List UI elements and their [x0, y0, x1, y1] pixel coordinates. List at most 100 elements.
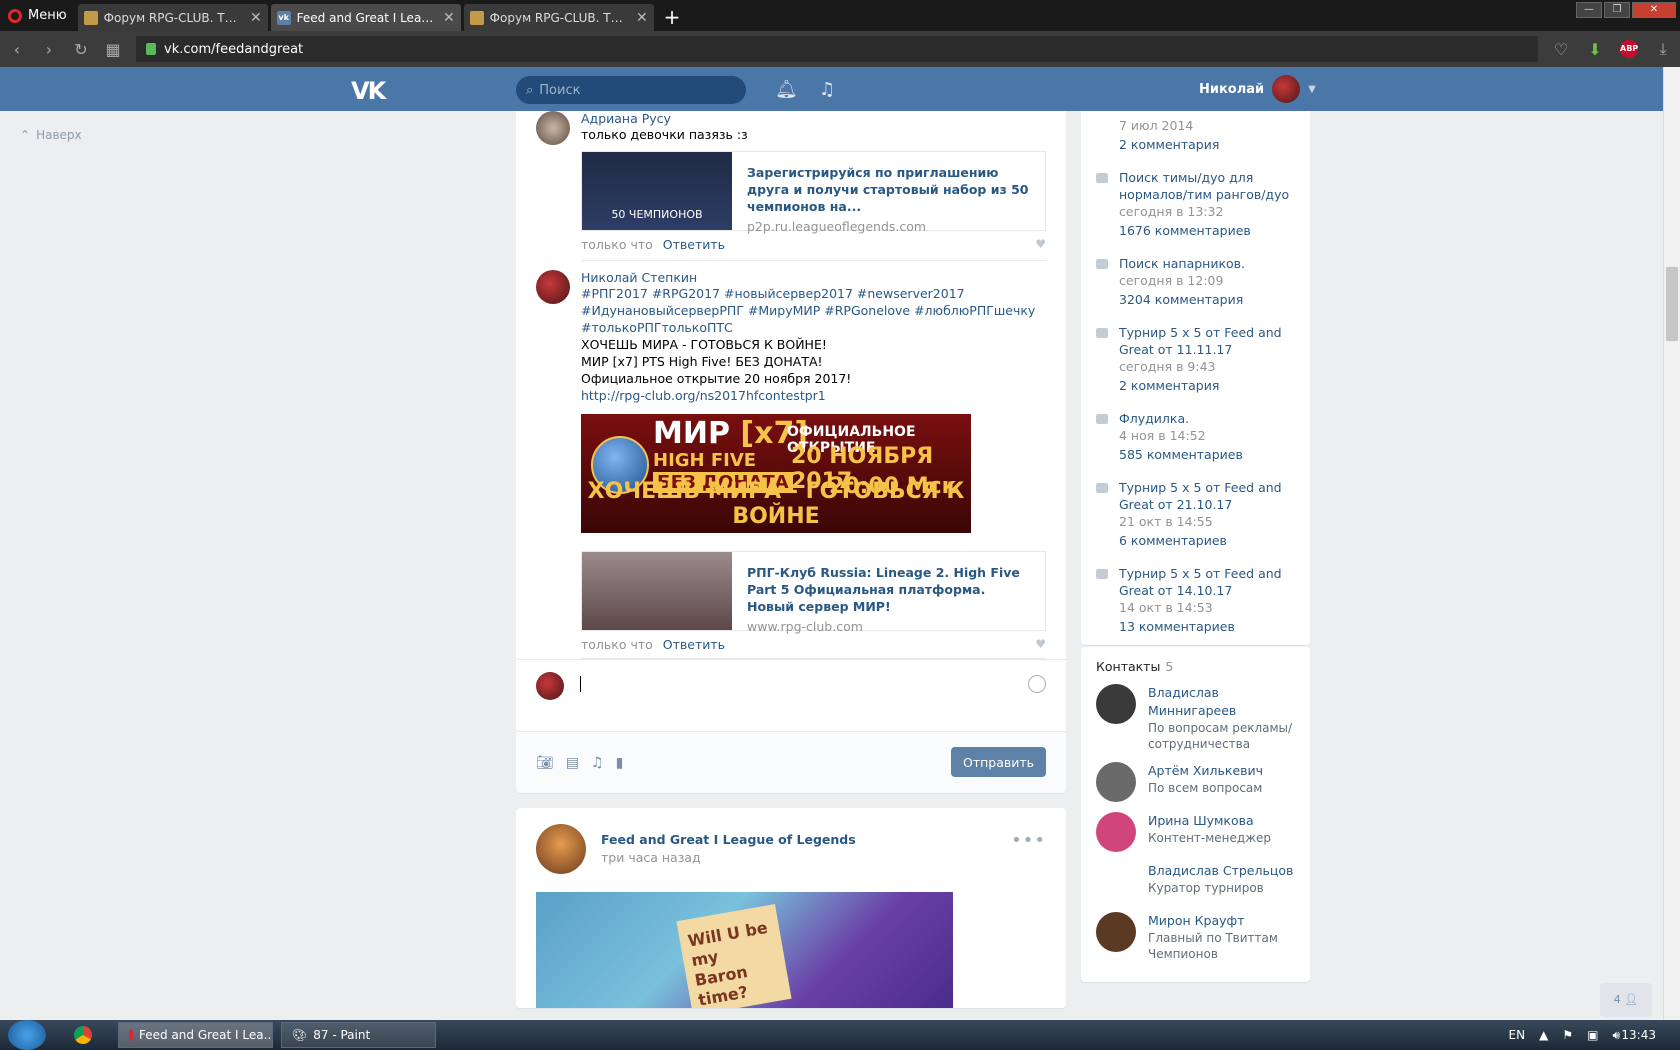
post-image[interactable]: Will U be my Baron time? — [536, 892, 953, 1008]
topic-item[interactable]: Поиск напарников. сегодня в 12:09 3204 к… — [1096, 255, 1295, 310]
reply-button[interactable]: Ответить — [663, 637, 725, 652]
contact-name[interactable]: Владислав Стрельцов — [1148, 862, 1293, 880]
topic-title[interactable]: Поиск напарников. — [1119, 255, 1295, 272]
chrome-icon[interactable] — [74, 1026, 92, 1044]
comment-link[interactable]: http://rpg-club.org/ns2017hfcontestpr1 — [581, 387, 1046, 404]
topic-title[interactable]: Флудилка. — [1119, 410, 1295, 427]
downloads-icon[interactable]: ⤓ — [1654, 39, 1672, 59]
network-icon[interactable]: ▣ — [1587, 1028, 1598, 1042]
contacts-header[interactable]: Контакты 5 — [1096, 659, 1295, 674]
flag-icon[interactable]: ⚑ — [1562, 1028, 1573, 1042]
post-time[interactable]: три часа назад — [601, 850, 701, 865]
topic-title[interactable]: Турнир 5 x 5 от Feed and Great от 11.11.… — [1119, 324, 1295, 358]
volume-icon[interactable]: 🔊︎ — [1612, 1028, 1620, 1043]
clock[interactable]: 13:43 — [1621, 1028, 1656, 1042]
vk-logo[interactable]: VK — [351, 77, 386, 105]
topic-item[interactable]: Флудилка. 4 ноя в 14:52 585 комментариев — [1096, 410, 1295, 465]
scrollbar-thumb[interactable] — [1666, 267, 1678, 341]
bookmark-heart-icon[interactable]: ♡ — [1552, 40, 1570, 59]
music-note-icon[interactable]: ♫ — [591, 755, 604, 771]
contact-item[interactable]: Владислав Стрельцов Куратор турниров — [1096, 862, 1295, 902]
contact-avatar[interactable] — [1096, 812, 1136, 852]
contact-name[interactable]: Владислав Миннигареев — [1148, 684, 1295, 720]
topic-item[interactable]: Поиск тимы/дуо для нормалов/тим рангов/д… — [1096, 169, 1295, 241]
topic-item[interactable]: Турнир 5 x 5 от Feed and Great от 14.10.… — [1096, 565, 1295, 637]
contact-item[interactable]: Мирон Крауфт Главный по Твиттам Чемпионо… — [1096, 912, 1295, 962]
taskbar-item-paint[interactable]: 🎨︎ 87 - Paint — [281, 1022, 436, 1048]
contact-avatar[interactable] — [1096, 862, 1136, 902]
browser-tab-1[interactable]: Форум RPG-CLUB. Тема: I ✕ — [77, 4, 268, 31]
close-window-icon[interactable]: ✕ — [1632, 2, 1676, 18]
send-button[interactable]: Отправить — [951, 747, 1046, 777]
topic-item[interactable]: 7 июл 2014 2 комментария — [1096, 117, 1295, 155]
maximize-icon[interactable]: ❐ — [1604, 2, 1630, 18]
reload-icon[interactable]: ↻ — [72, 40, 90, 59]
topic-comments-count[interactable]: 3204 комментария — [1119, 290, 1295, 310]
contact-avatar[interactable] — [1096, 684, 1136, 724]
topic-item[interactable]: Турнир 5 x 5 от Feed and Great от 11.11.… — [1096, 324, 1295, 396]
reply-input[interactable] — [516, 659, 1066, 732]
topic-title[interactable]: Турнир 5 x 5 от Feed and Great от 21.10.… — [1119, 479, 1295, 513]
download-arrow-icon[interactable]: ⬇ — [1586, 40, 1604, 59]
language-indicator[interactable]: EN — [1509, 1028, 1526, 1042]
url-field[interactable]: vk.com/feedandgreat — [136, 36, 1538, 62]
contact-item[interactable]: Ирина Шумкова Контент-менеджер — [1096, 812, 1295, 852]
like-heart-icon[interactable]: ♥ — [1035, 637, 1046, 652]
taskbar-item-browser[interactable]: Feed and Great I Lea... — [118, 1022, 273, 1048]
topic-comments-count[interactable]: 1676 комментариев — [1119, 221, 1295, 241]
topic-item[interactable]: Турнир 5 x 5 от Feed and Great от 21.10.… — [1096, 479, 1295, 551]
more-options-icon[interactable]: ••• — [1011, 830, 1046, 851]
camera-icon[interactable]: 📷︎ — [536, 755, 554, 771]
topic-comments-count[interactable]: 2 комментария — [1119, 376, 1295, 396]
tab-close-icon[interactable]: ✕ — [443, 10, 455, 26]
topic-comments-count[interactable]: 585 комментариев — [1119, 445, 1295, 465]
post-author[interactable]: Feed and Great I League of Legends — [601, 832, 856, 847]
snippet-title[interactable]: Зарегистрируйся по приглашению друга и п… — [747, 164, 1030, 215]
contact-name[interactable]: Артём Хилькевич — [1148, 762, 1263, 780]
contact-avatar[interactable] — [1096, 912, 1136, 952]
snippet-title[interactable]: РПГ-Клуб Russia: Lineage 2. High Five Pa… — [747, 564, 1030, 615]
browser-tab-3[interactable]: Форум RPG-CLUB. Тема: I ✕ — [463, 4, 654, 31]
user-menu[interactable]: Николай ▼ — [1199, 75, 1316, 103]
windows-start-icon[interactable] — [8, 1020, 46, 1050]
browser-tab-2[interactable]: vk Feed and Great I League o ✕ — [270, 4, 461, 31]
reply-button[interactable]: Ответить — [663, 237, 725, 252]
commenter-avatar[interactable] — [536, 111, 570, 145]
document-icon[interactable]: ▮ — [616, 755, 624, 771]
emoji-smile-icon[interactable] — [1028, 675, 1046, 693]
comment-author[interactable]: Николай Степкин — [581, 270, 1046, 285]
link-snippet[interactable]: РПГ-Клуб Russia: Lineage 2. High Five Pa… — [581, 551, 1046, 634]
page-scrollbar[interactable] — [1663, 67, 1680, 1020]
contact-name[interactable]: Ирина Шумкова — [1148, 812, 1271, 830]
comment-hashtags[interactable]: #РПГ2017 #RPG2017 #новыйсервер2017 #news… — [581, 285, 1046, 336]
commenter-avatar[interactable] — [536, 270, 570, 304]
topic-comments-count[interactable]: 6 комментариев — [1119, 531, 1295, 551]
like-heart-icon[interactable]: ♥ — [1035, 237, 1046, 252]
new-tab-icon[interactable]: + — [654, 5, 691, 31]
music-note-icon[interactable]: ♫ — [819, 79, 835, 100]
link-snippet[interactable]: 50 ЧЕМПИОНОВ Зарегистрируйся по приглаше… — [581, 151, 1046, 234]
tray-arrow-icon[interactable]: ▲ — [1539, 1028, 1548, 1042]
topic-title[interactable]: Поиск тимы/дуо для нормалов/тим рангов/д… — [1119, 169, 1295, 203]
tab-close-icon[interactable]: ✕ — [636, 10, 648, 26]
topic-comments-count[interactable]: 2 комментария — [1119, 135, 1295, 155]
speed-dial-icon[interactable]: ▦ — [104, 40, 122, 59]
browser-menu-button[interactable]: Меню — [0, 0, 75, 31]
minimize-icon[interactable]: — — [1576, 2, 1602, 18]
back-to-top-link[interactable]: ⌃ Наверх — [20, 128, 82, 142]
topic-comments-count[interactable]: 13 комментариев — [1119, 617, 1295, 637]
search-input[interactable]: ⌕ Поиск — [516, 76, 746, 104]
promo-banner-image[interactable]: МИР [x7] HIGH FIVE БЕЗ ДОНАТА ОФИЦИАЛЬНО… — [581, 414, 971, 533]
tab-close-icon[interactable]: ✕ — [250, 10, 262, 26]
topic-title[interactable]: Турнир 5 x 5 от Feed and Great от 14.10.… — [1119, 565, 1295, 599]
contact-item[interactable]: Владислав Миннигареев По вопросам реклам… — [1096, 684, 1295, 752]
back-icon[interactable]: ‹ — [8, 40, 26, 59]
contact-avatar[interactable] — [1096, 762, 1136, 802]
adblock-icon[interactable]: ABP — [1620, 40, 1638, 58]
contact-item[interactable]: Артём Хилькевич По всем вопросам — [1096, 762, 1295, 802]
forward-icon[interactable]: › — [40, 40, 58, 59]
chat-button[interactable]: 4 👤︎ — [1600, 983, 1652, 1017]
community-avatar[interactable] — [536, 824, 586, 874]
video-film-icon[interactable]: ▤ — [566, 755, 579, 771]
comment-author[interactable]: Адриана Русу — [581, 111, 1046, 126]
